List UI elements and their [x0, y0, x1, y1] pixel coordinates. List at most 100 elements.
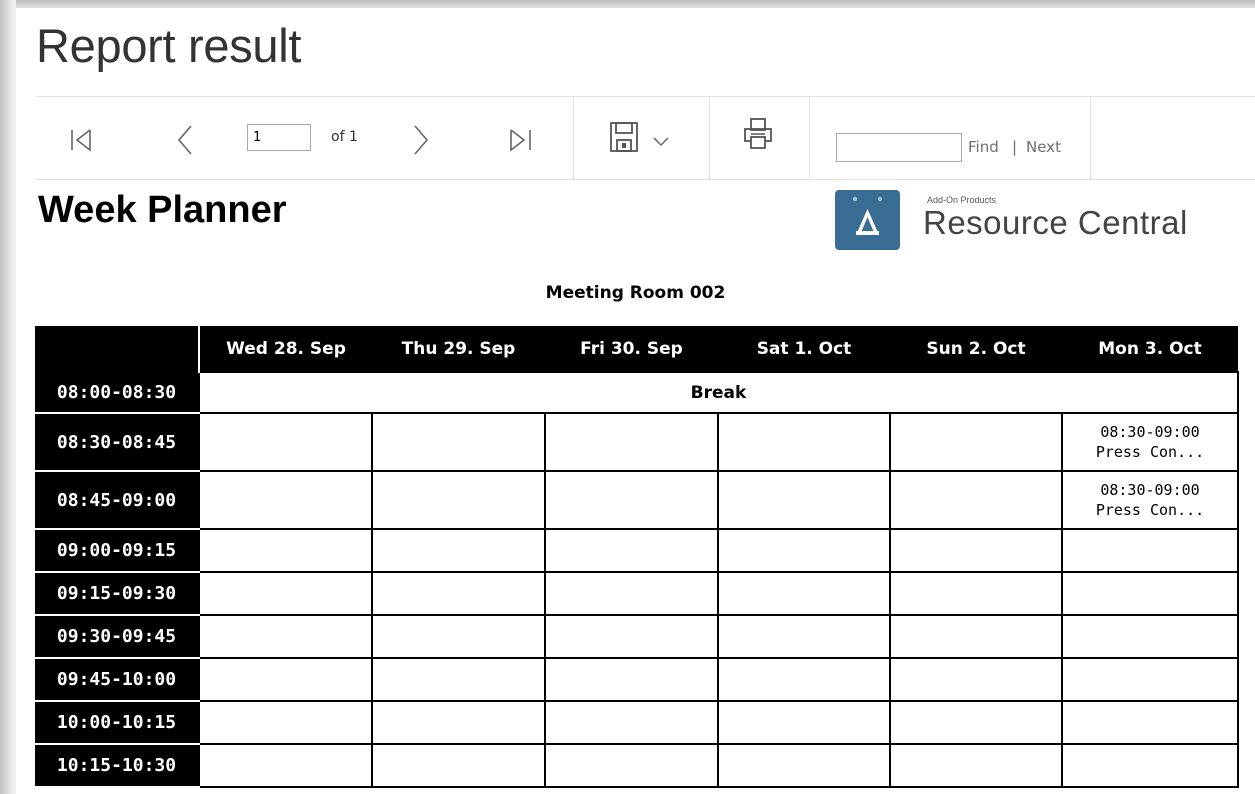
find-separator: |	[1012, 138, 1018, 156]
empty-slot	[889, 700, 1063, 745]
next-page-button[interactable]	[409, 123, 433, 157]
empty-slot	[371, 528, 546, 573]
empty-slot	[198, 571, 373, 616]
week-planner-table: Wed 28. Sep Thu 29. Sep Fri 30. Sep Sat …	[35, 326, 1239, 788]
empty-slot	[889, 470, 1063, 530]
time-slot-label: 10:15-10:30	[35, 744, 199, 788]
day-header: Sat 1. Oct	[718, 326, 890, 372]
chevron-down-icon	[653, 137, 669, 147]
resource-central-logo-icon	[835, 190, 900, 250]
booking-cell[interactable]: 08:30-09:00 Press Con...	[1061, 470, 1239, 530]
time-slot-label: 09:30-09:45	[35, 615, 199, 659]
empty-slot	[371, 614, 546, 659]
empty-slot	[717, 657, 891, 702]
table-row: 09:00-09:15	[35, 528, 1239, 573]
toolbar-separator	[809, 97, 810, 179]
save-button[interactable]	[609, 121, 639, 153]
report-viewer-panel: Report result of 1	[16, 8, 1255, 794]
table-row: 08:00-08:30 Break	[35, 371, 1239, 414]
window-frame-top	[0, 0, 1255, 8]
time-slot-label: 08:00-08:30	[35, 372, 199, 414]
day-header: Mon 3. Oct	[1062, 326, 1238, 372]
time-slot-label: 09:15-09:30	[35, 572, 199, 616]
empty-slot	[717, 700, 891, 745]
booking-cell[interactable]: 08:30-09:00 Press Con...	[1061, 412, 1239, 472]
table-row: 09:15-09:30	[35, 571, 1239, 616]
break-cell: Break	[198, 371, 1239, 414]
empty-slot	[198, 412, 373, 472]
toolbar-separator	[573, 97, 574, 179]
empty-slot	[1061, 743, 1239, 788]
empty-slot	[889, 528, 1063, 573]
empty-slot	[371, 412, 546, 472]
empty-slot	[198, 657, 373, 702]
empty-slot	[1061, 614, 1239, 659]
empty-slot	[717, 412, 891, 472]
page-count-label: of 1	[331, 129, 358, 145]
empty-slot	[889, 571, 1063, 616]
first-page-icon	[71, 129, 91, 152]
first-page-button[interactable]	[67, 125, 97, 155]
time-slot-label: 09:00-09:15	[35, 529, 199, 573]
time-slot-label: 10:00-10:15	[35, 701, 199, 745]
empty-slot	[544, 614, 719, 659]
find-link[interactable]: Find	[968, 138, 999, 156]
day-header: Wed 28. Sep	[199, 326, 372, 372]
table-row: 08:30-08:45 08:30-09:00 Press Con...	[35, 412, 1239, 472]
booking-title: Press Con...	[1095, 501, 1205, 519]
save-icon	[610, 122, 638, 152]
table-row: 08:45-09:00 08:30-09:00 Press Con...	[35, 470, 1239, 530]
table-row: 10:15-10:30	[35, 743, 1239, 788]
empty-slot	[717, 614, 891, 659]
time-slot-label: 08:30-08:45	[35, 413, 199, 472]
empty-slot	[544, 743, 719, 788]
booking-time: 08:30-09:00	[1100, 423, 1200, 441]
previous-page-icon	[177, 125, 192, 155]
table-row: 09:30-09:45	[35, 614, 1239, 659]
empty-slot	[198, 700, 373, 745]
empty-slot	[198, 743, 373, 788]
empty-slot	[371, 743, 546, 788]
window-frame-left	[0, 0, 16, 794]
empty-slot	[717, 571, 891, 616]
print-button[interactable]	[742, 117, 774, 151]
empty-slot	[717, 528, 891, 573]
empty-slot	[198, 614, 373, 659]
page-title: Report result	[36, 19, 302, 72]
room-name: Meeting Room 002	[545, 283, 726, 303]
empty-slot	[889, 614, 1063, 659]
booking-title: Press Con...	[1095, 443, 1205, 461]
page-number-input[interactable]	[247, 124, 311, 151]
last-page-icon	[510, 129, 531, 152]
toolbar-separator	[709, 97, 710, 179]
empty-slot	[544, 700, 719, 745]
day-header-row: Wed 28. Sep Thu 29. Sep Fri 30. Sep Sat …	[35, 326, 1238, 372]
empty-slot	[198, 528, 373, 573]
empty-slot	[889, 657, 1063, 702]
table-row: 10:00-10:15	[35, 700, 1239, 745]
empty-slot	[198, 470, 373, 530]
empty-slot	[544, 657, 719, 702]
empty-slot	[889, 412, 1063, 472]
corner-header-cell	[35, 326, 200, 372]
find-input[interactable]	[836, 133, 962, 162]
empty-slot	[889, 743, 1063, 788]
empty-slot	[544, 412, 719, 472]
empty-slot	[371, 470, 546, 530]
previous-page-button[interactable]	[173, 123, 197, 157]
save-dropdown-button[interactable]	[652, 135, 670, 147]
next-page-icon	[414, 125, 429, 155]
toolbar-separator	[1090, 97, 1091, 179]
time-slot-label: 09:45-10:00	[35, 658, 199, 702]
empty-slot	[717, 470, 891, 530]
last-page-button[interactable]	[506, 125, 536, 155]
empty-slot	[371, 700, 546, 745]
day-header: Fri 30. Sep	[545, 326, 718, 372]
empty-slot	[544, 571, 719, 616]
report-title: Week Planner	[38, 189, 287, 231]
find-next-link[interactable]: Next	[1026, 138, 1061, 156]
table-row: 09:45-10:00	[35, 657, 1239, 702]
empty-slot	[1061, 528, 1239, 573]
empty-slot	[371, 571, 546, 616]
empty-slot	[1061, 700, 1239, 745]
